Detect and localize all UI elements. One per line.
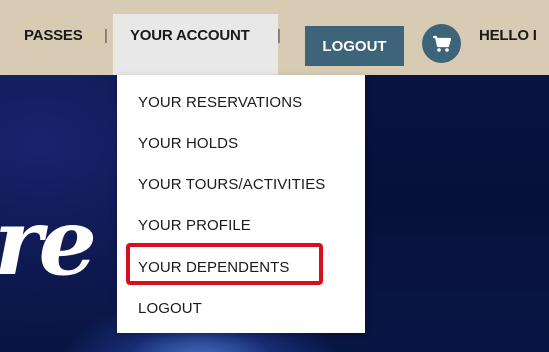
- menu-item-your-tours-activities[interactable]: YOUR TOURS/ACTIVITIES: [138, 176, 325, 193]
- highlight-box: [126, 243, 323, 285]
- top-navigation-bar: PASSES | YOUR ACCOUNT | LOGOUT HELLO I: [0, 0, 549, 75]
- nav-separator: |: [104, 27, 108, 44]
- menu-item-your-holds[interactable]: YOUR HOLDS: [138, 135, 238, 152]
- cart-button[interactable]: [422, 24, 461, 63]
- nav-separator: |: [277, 27, 281, 44]
- menu-item-your-reservations[interactable]: YOUR RESERVATIONS: [138, 94, 302, 111]
- logout-button[interactable]: LOGOUT: [305, 26, 404, 66]
- shopping-cart-icon: [432, 35, 451, 52]
- hero-script-text: re: [0, 188, 97, 296]
- nav-your-account-tab[interactable]: [113, 14, 278, 75]
- menu-item-logout[interactable]: LOGOUT: [138, 300, 202, 317]
- account-dropdown-menu: YOUR RESERVATIONS YOUR HOLDS YOUR TOURS/…: [117, 75, 365, 333]
- nav-your-account-label[interactable]: YOUR ACCOUNT: [130, 27, 250, 44]
- menu-item-your-profile[interactable]: YOUR PROFILE: [138, 217, 251, 234]
- nav-passes-link[interactable]: PASSES: [24, 27, 83, 44]
- user-greeting: HELLO I: [479, 27, 537, 44]
